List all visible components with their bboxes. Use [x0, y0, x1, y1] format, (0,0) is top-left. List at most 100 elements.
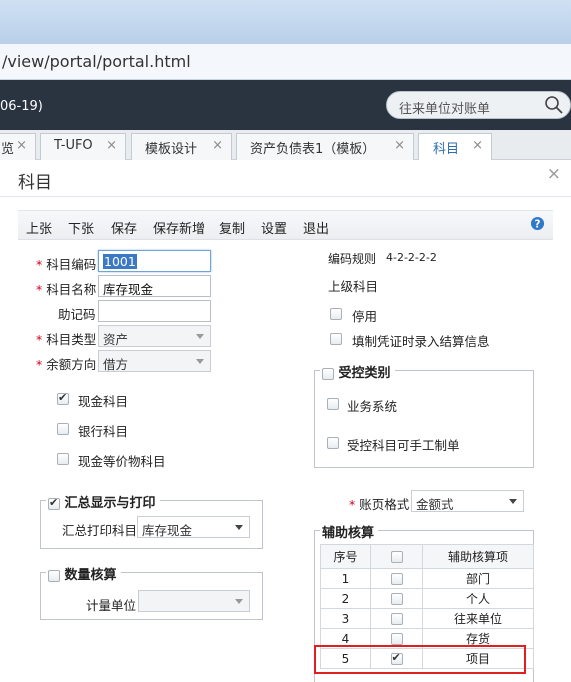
- type-label-text: 科目类型: [46, 332, 97, 347]
- aux-header-row: 序号 辅助核算项: [320, 544, 534, 569]
- business-system-checkbox[interactable]: [327, 398, 339, 410]
- cash-account-checkbox[interactable]: [57, 391, 69, 405]
- search-input[interactable]: 往来单位对账单: [399, 98, 490, 117]
- close-icon[interactable]: ×: [16, 138, 27, 153]
- disable-checkbox[interactable]: [330, 308, 342, 320]
- aux-checkbox[interactable]: [390, 613, 403, 625]
- save-and-new-button[interactable]: 保存新增: [153, 218, 205, 237]
- unit-dropdown[interactable]: [138, 590, 250, 612]
- code-field[interactable]: 1001: [98, 250, 211, 272]
- tab-label: 资产负债表1（模板）: [250, 142, 376, 157]
- close-icon[interactable]: ×: [106, 138, 117, 153]
- tab-balance-sheet[interactable]: 资产负债表1（模板） ×: [236, 133, 414, 160]
- settlement-info-label: 填制凭证时录入结算信息: [352, 334, 490, 349]
- type-dropdown[interactable]: 资产: [98, 325, 211, 347]
- name-value: 库存现金: [103, 282, 154, 297]
- name-label-text: 科目名称: [46, 282, 97, 297]
- aux-checkbox[interactable]: [390, 633, 403, 645]
- balance-label-text: 余额方向: [46, 357, 97, 372]
- aux-name: 部门: [422, 568, 534, 589]
- search-box[interactable]: 往来单位对账单: [386, 91, 571, 119]
- select-all-checkbox[interactable]: [390, 551, 403, 563]
- quantity-legend: 数量核算: [46, 564, 121, 583]
- quantity-legend-text: 数量核算: [64, 568, 117, 583]
- aux-legend: 辅助核算: [320, 522, 379, 541]
- tab-template-design[interactable]: 模板设计 ×: [131, 133, 232, 160]
- address-text[interactable]: /view/portal/portal.html: [2, 52, 191, 71]
- browser-title-strip: [0, 0, 571, 44]
- tab-label: 科目: [433, 142, 460, 157]
- aux-header-item: 辅助核算项: [422, 544, 534, 569]
- aux-checkbox[interactable]: [390, 593, 403, 605]
- table-row[interactable]: 3 往来单位: [320, 608, 534, 629]
- help-icon[interactable]: ?: [530, 216, 545, 231]
- bank-account-label: 银行科目: [78, 424, 129, 439]
- chevron-down-icon: [235, 525, 243, 530]
- prev-button[interactable]: 上张: [26, 218, 52, 237]
- summary-print-value: 库存现金: [142, 523, 193, 538]
- required-mark: *: [36, 257, 43, 272]
- cash-equivalent-checkbox[interactable]: [57, 453, 69, 465]
- manual-voucher-label: 受控科目可手工制单: [347, 438, 460, 453]
- bank-account-checkbox[interactable]: [57, 423, 69, 435]
- address-bar[interactable]: /view/portal/portal.html: [0, 44, 571, 80]
- summary-print-label: 汇总打印科目: [62, 523, 138, 538]
- aux-checkbox[interactable]: [390, 573, 403, 585]
- mnemonic-label: 助记码: [58, 307, 96, 322]
- chevron-down-icon: [235, 599, 243, 604]
- table-row[interactable]: 1 部门: [320, 568, 534, 589]
- disable-label: 停用: [352, 309, 378, 324]
- unit-label: 计量单位: [86, 598, 137, 613]
- summary-print-checkbox[interactable]: [48, 496, 60, 510]
- tab-t-ufo[interactable]: T-UFO ×: [40, 133, 126, 160]
- required-mark: *: [36, 282, 43, 297]
- tab-account[interactable]: 科目 ×: [418, 133, 492, 160]
- controlled-legend: 受控类别: [320, 362, 395, 381]
- aux-check-cell: [370, 568, 423, 589]
- search-icon[interactable]: [544, 95, 564, 115]
- page-format-value: 金额式: [416, 497, 454, 512]
- aux-name: 个人: [422, 588, 534, 609]
- name-field[interactable]: 库存现金: [98, 275, 211, 297]
- table-row[interactable]: 2 个人: [320, 588, 534, 609]
- tab-overview[interactable]: 览 ×: [0, 133, 36, 160]
- close-icon[interactable]: ×: [394, 138, 405, 153]
- save-button[interactable]: 保存: [111, 218, 137, 237]
- tab-label: T-UFO: [54, 138, 93, 153]
- svg-text:?: ?: [535, 218, 541, 230]
- copy-button[interactable]: 复制: [219, 218, 245, 237]
- highlight-box: [314, 645, 526, 674]
- page-format-dropdown[interactable]: 金额式: [411, 490, 524, 512]
- controlled-legend-text: 受控类别: [338, 366, 391, 381]
- summary-print-legend: 汇总显示与打印: [46, 492, 160, 511]
- tab-bar: 览 × T-UFO × 模板设计 × 资产负债表1（模板） × 科目 ×: [0, 130, 571, 160]
- aux-no: 2: [320, 588, 371, 609]
- close-icon[interactable]: ×: [212, 138, 223, 153]
- tab-label: 览: [1, 142, 15, 157]
- chevron-down-icon: [509, 499, 517, 504]
- required-mark: *: [349, 497, 356, 512]
- controlled-checkbox[interactable]: [322, 367, 334, 380]
- manual-voucher-checkbox[interactable]: [327, 437, 339, 449]
- close-icon[interactable]: ×: [472, 138, 483, 153]
- parent-account-label: 上级科目: [328, 279, 379, 294]
- aux-header-no: 序号: [320, 544, 371, 569]
- code-label-text: 科目编码: [46, 257, 97, 272]
- dialog-title: 科目: [18, 173, 52, 193]
- quantity-checkbox[interactable]: [48, 569, 60, 582]
- required-mark: *: [36, 357, 43, 372]
- mnemonic-field[interactable]: [98, 300, 211, 322]
- summary-print-legend-text: 汇总显示与打印: [64, 496, 156, 511]
- close-icon[interactable]: ×: [547, 164, 561, 184]
- type-value: 资产: [103, 332, 129, 347]
- next-button[interactable]: 下张: [68, 218, 94, 237]
- tab-label: 模板设计: [145, 142, 198, 157]
- exit-button[interactable]: 退出: [303, 218, 329, 237]
- name-label: * 科目名称: [36, 279, 96, 298]
- settlement-info-checkbox[interactable]: [330, 333, 342, 345]
- summary-print-dropdown[interactable]: 库存现金: [137, 516, 250, 538]
- cash-account-label: 现金科目: [78, 394, 129, 409]
- aux-name: 往来单位: [422, 608, 534, 629]
- balance-dropdown[interactable]: 借方: [98, 350, 211, 372]
- settings-button[interactable]: 设置: [261, 218, 287, 237]
